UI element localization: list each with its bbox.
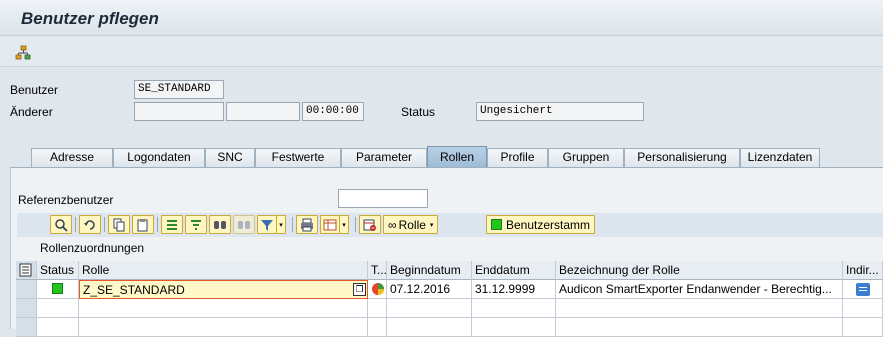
col-enddatum[interactable]: Enddatum [472, 261, 556, 280]
sort-descending-icon[interactable] [185, 215, 207, 234]
tab-rollen[interactable]: Rollen [427, 146, 487, 167]
rolle-cell[interactable]: Z_SE_STANDARD ❐ [79, 280, 368, 299]
col-rolle[interactable]: Rolle [79, 261, 368, 280]
copy-icon[interactable] [108, 215, 130, 234]
rolle-button-label: Rolle [398, 217, 426, 232]
filter-dropdown-icon[interactable]: ▾ [277, 215, 286, 234]
org-structure-icon[interactable] [15, 45, 31, 61]
find-next-icon[interactable] [233, 215, 255, 234]
select-all-icon[interactable] [16, 261, 37, 280]
table-row-empty[interactable] [16, 299, 883, 318]
rolle-dropdown-icon: ▾ [429, 221, 434, 229]
green-status-icon [52, 283, 63, 294]
tab-parameter[interactable]: Parameter [341, 148, 427, 167]
role-type-icon [372, 283, 384, 295]
type-cell [368, 280, 387, 299]
col-bezeichnung[interactable]: Bezeichnung der Rolle [556, 261, 843, 280]
tab-adresse[interactable]: Adresse [31, 148, 113, 167]
beginndatum-cell[interactable]: 07.12.2016 [387, 280, 472, 299]
aenderer-label: Änderer [10, 105, 53, 119]
benutzer-field[interactable]: SE_STANDARD [134, 80, 224, 99]
tab-snc[interactable]: SNC [205, 148, 255, 167]
section-title: Rollenzuordnungen [40, 241, 145, 255]
benutzerstamm-button[interactable]: Benutzerstamm [486, 215, 596, 234]
indirect-icon[interactable] [855, 283, 870, 296]
refresh-icon[interactable] [79, 215, 101, 234]
print-icon[interactable] [296, 215, 318, 234]
status-cell [37, 280, 79, 299]
col-status[interactable]: Status [37, 261, 79, 280]
benutzer-label: Benutzer [10, 83, 59, 97]
tab-personalisierung[interactable]: Personalisierung [624, 148, 740, 167]
green-square-icon [491, 219, 502, 230]
page-title: Benutzer pflegen [21, 9, 159, 28]
tab-profile[interactable]: Profile [487, 148, 548, 167]
table-toolbar: ▾ ▾ ∞ Rolle ▾ Benutzerstamm [17, 213, 883, 237]
aenderer-date-field[interactable] [226, 102, 300, 121]
referenzbenutzer-label: Referenzbenutzer [18, 193, 114, 207]
indirekt-cell [843, 280, 883, 299]
row-selector[interactable] [16, 280, 37, 299]
tab-festwerte[interactable]: Festwerte [255, 148, 341, 167]
paste-icon[interactable] [132, 215, 154, 234]
details-icon[interactable] [50, 215, 72, 234]
aenderer-field[interactable] [134, 102, 224, 121]
find-icon[interactable] [209, 215, 231, 234]
bezeichnung-cell: Audicon SmartExporter Endanwender - Bere… [556, 280, 843, 299]
table-row-empty[interactable] [16, 318, 883, 337]
benutzerstamm-button-label: Benutzerstamm [506, 217, 591, 232]
tab-logondaten[interactable]: Logondaten [113, 148, 205, 167]
table-header: Status Rolle T... Beginndatum Enddatum B… [16, 261, 883, 280]
table-row[interactable]: Z_SE_STANDARD ❐ 07.12.2016 31.12.9999 Au… [16, 280, 883, 299]
tab-lizenzdaten[interactable]: Lizenzdaten [740, 148, 820, 167]
app-toolbar [0, 37, 883, 67]
filter-icon[interactable] [257, 215, 277, 234]
delete-row-icon[interactable] [359, 215, 381, 234]
tab-gruppen[interactable]: Gruppen [548, 148, 624, 167]
rolle-button[interactable]: ∞ Rolle ▾ [383, 215, 439, 234]
glasses-icon: ∞ [388, 217, 397, 232]
rolle-value: Z_SE_STANDARD [83, 283, 185, 297]
col-beginndatum[interactable]: Beginndatum [387, 261, 472, 280]
layout-dropdown-icon[interactable]: ▾ [340, 215, 349, 234]
col-indirekt[interactable]: Indir... [843, 261, 883, 280]
aenderer-time-field[interactable]: 00:00:00 [302, 102, 364, 121]
status-field: Ungesichert [476, 102, 644, 121]
value-help-icon[interactable]: ❐ [353, 283, 366, 296]
tabstrip: Adresse Logondaten SNC Festwerte Paramet… [17, 146, 883, 167]
col-type[interactable]: T... [368, 261, 387, 280]
status-label: Status [401, 105, 436, 119]
sort-ascending-icon[interactable] [161, 215, 183, 234]
layout-icon[interactable] [320, 215, 340, 234]
enddatum-cell[interactable]: 31.12.9999 [472, 280, 556, 299]
referenzbenutzer-field[interactable] [338, 189, 428, 208]
title-bar: Benutzer pflegen [0, 0, 883, 36]
